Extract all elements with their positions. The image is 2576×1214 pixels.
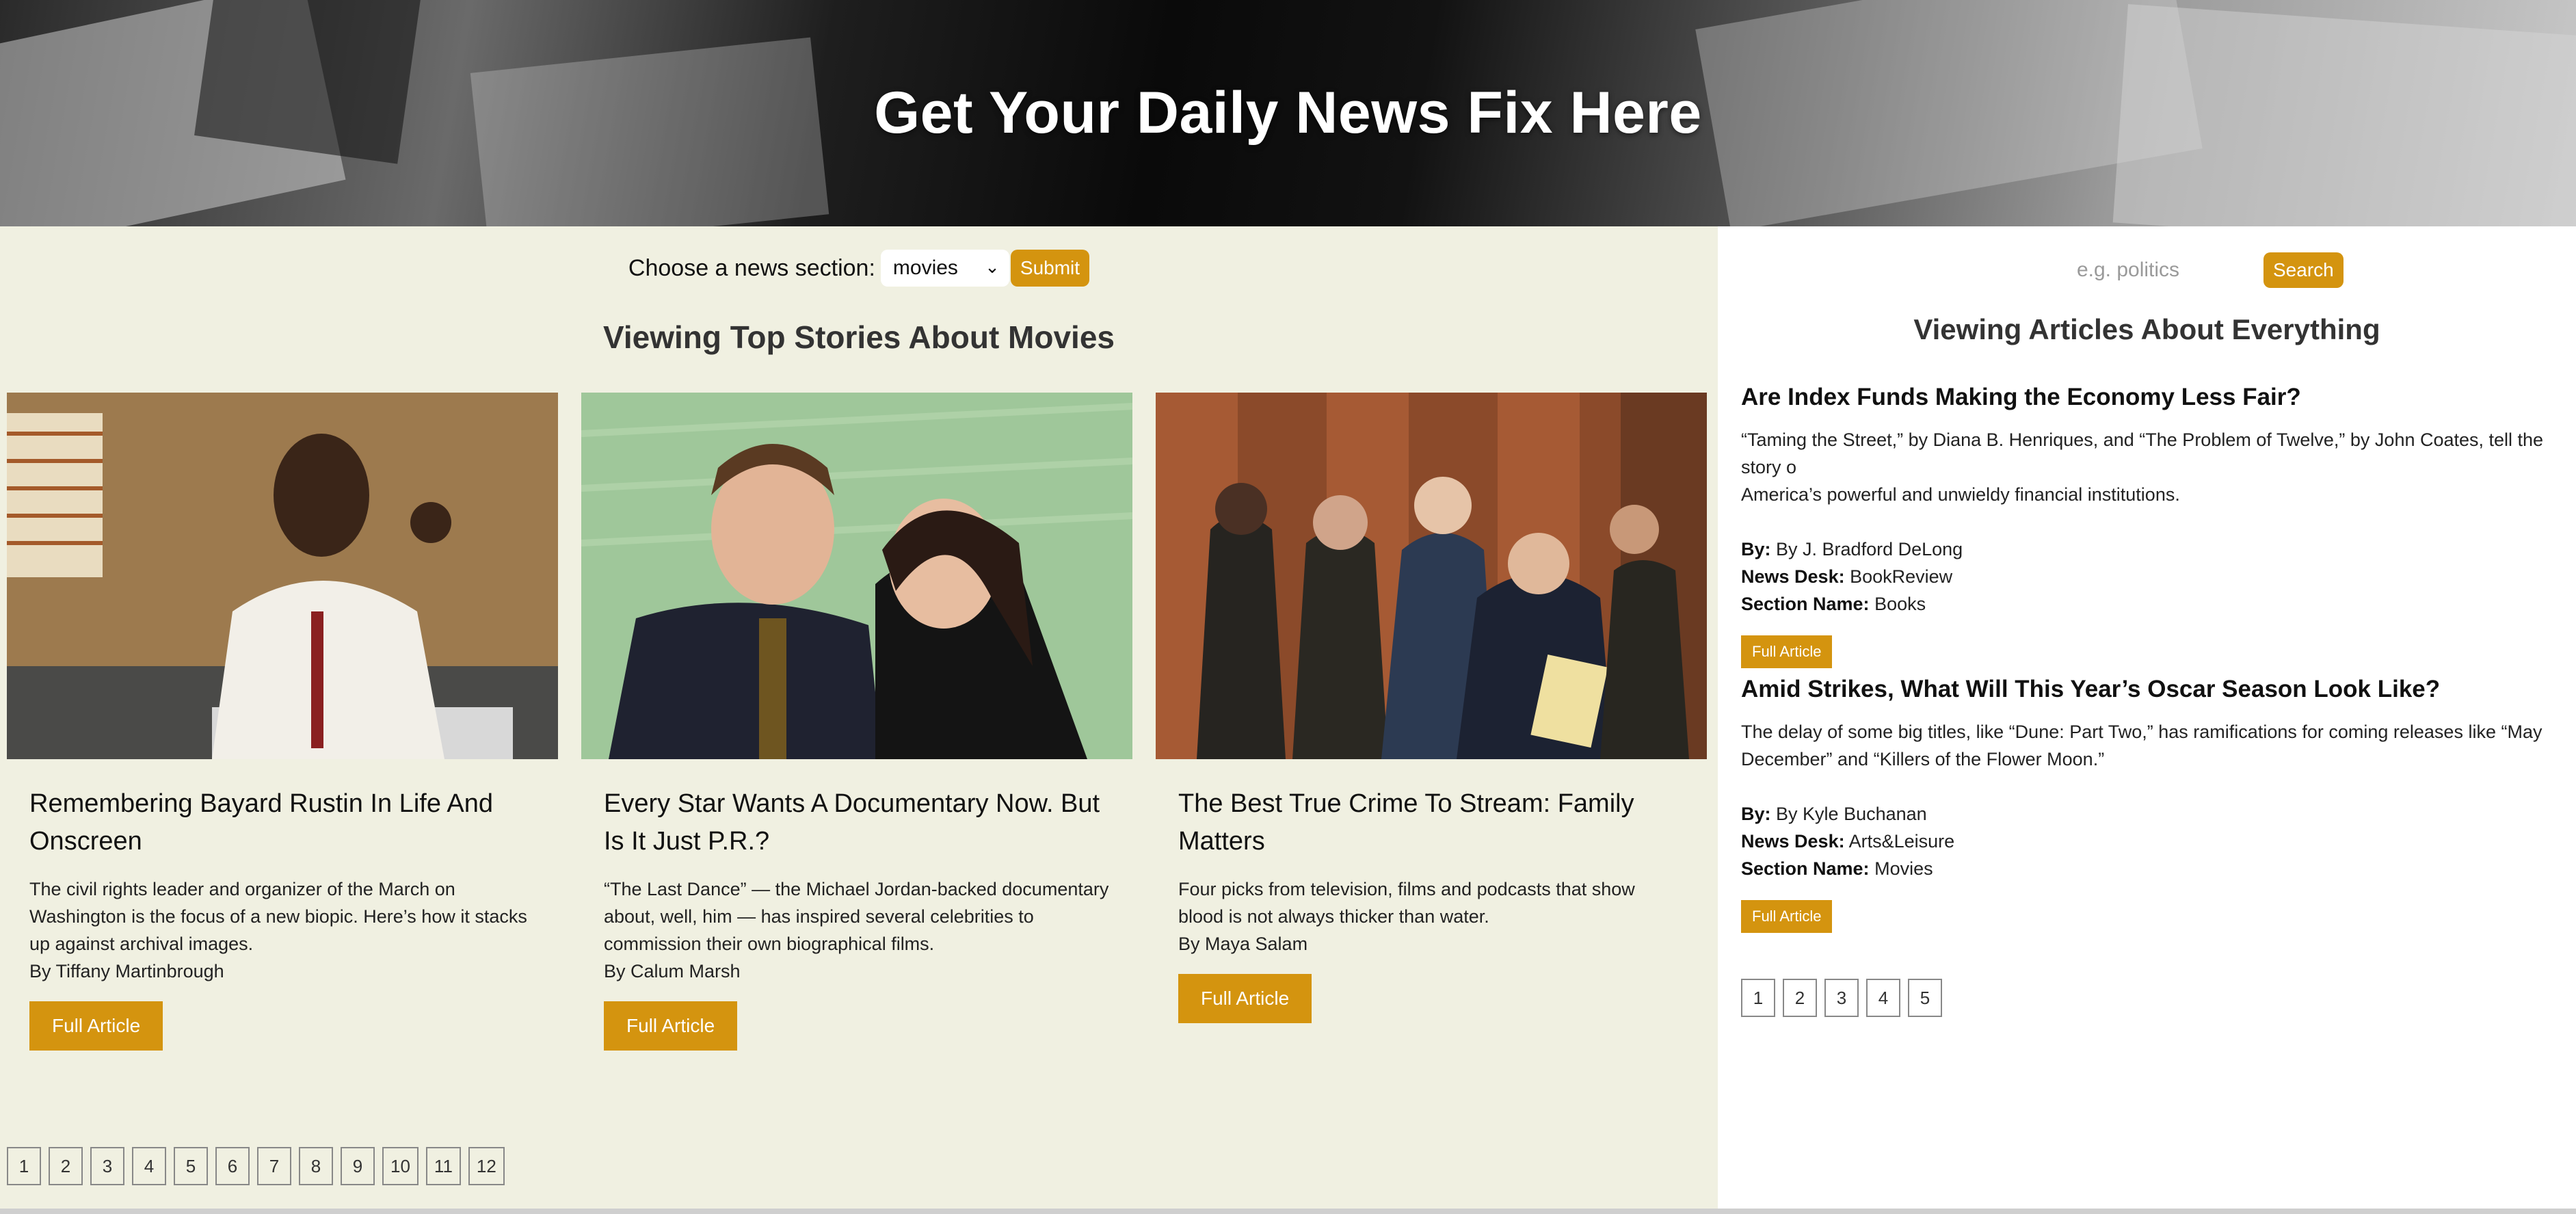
story-title[interactable]: Every Star Wants A Documentary Now. But … <box>604 785 1110 860</box>
article-desk: Arts&Leisure <box>1848 831 1955 852</box>
page-number-button[interactable]: 1 <box>1741 979 1775 1017</box>
page-number-button[interactable]: 9 <box>341 1147 375 1185</box>
page-number-button[interactable]: 5 <box>174 1147 208 1185</box>
news-desk-label: News Desk: <box>1741 566 1845 587</box>
page-number-button[interactable]: 11 <box>425 1147 461 1185</box>
story-abstract: The civil rights leader and organizer of… <box>29 879 527 954</box>
sidebar-article: Are Index Funds Making the Economy Less … <box>1741 384 2576 668</box>
hero-title: Get Your Daily News Fix Here <box>874 80 1702 146</box>
page-number-button[interactable]: 4 <box>1866 979 1900 1017</box>
page-number-button[interactable]: 2 <box>49 1147 83 1185</box>
story-abstract: Four picks from television, films and po… <box>1178 879 1635 927</box>
page-number-button[interactable]: 6 <box>215 1147 250 1185</box>
story-title[interactable]: Remembering Bayard Rustin In Life And On… <box>29 785 535 860</box>
section-name-label: Section Name: <box>1741 858 1870 879</box>
sidebar-article: Amid Strikes, What Will This Year’s Osca… <box>1741 676 2576 933</box>
search-input[interactable]: e.g. politics <box>1991 251 2265 289</box>
article-author: By J. Bradford DeLong <box>1776 539 1963 559</box>
story-card: Every Star Wants A Documentary Now. But … <box>581 393 1132 1051</box>
full-article-button[interactable]: Full Article <box>1741 900 1833 933</box>
chevron-down-icon: ⌄ <box>985 256 1000 277</box>
page-number-button[interactable]: 1 <box>7 1147 41 1185</box>
story-abstract: “The Last Dance” — the Michael Jordan-ba… <box>604 879 1109 954</box>
article-title[interactable]: Are Index Funds Making the Economy Less … <box>1741 384 2576 411</box>
article-section: Movies <box>1874 858 1933 879</box>
story-byline: By Tiffany Martinbrough <box>29 961 224 981</box>
section-select-value: movies <box>892 256 958 279</box>
story-photo <box>1156 393 1707 759</box>
story-byline: By Calum Marsh <box>604 961 741 981</box>
article-title[interactable]: Amid Strikes, What Will This Year’s Osca… <box>1741 676 2576 703</box>
story-byline: By Maya Salam <box>1178 934 1308 954</box>
page-number-button[interactable]: 3 <box>90 1147 124 1185</box>
hero-banner: Get Your Daily News Fix Here <box>0 0 2576 226</box>
main-pagination: 1 2 3 4 5 6 7 8 9 10 11 12 <box>7 1147 512 1185</box>
article-desk: BookReview <box>1850 566 1953 587</box>
section-picker-label: Choose a news section: <box>628 254 875 281</box>
submit-button[interactable]: Submit <box>1010 250 1090 287</box>
section-select[interactable]: movies ⌄ <box>880 250 1009 287</box>
sidebar: e.g. politics Search Viewing Articles Ab… <box>1718 226 2576 1209</box>
sidebar-pagination: 12345 <box>1741 979 1950 1017</box>
page-number-button[interactable]: 2 <box>1783 979 1817 1017</box>
article-author: By Kyle Buchanan <box>1776 804 1927 824</box>
page-number-button[interactable]: 12 <box>468 1147 505 1185</box>
full-article-button[interactable]: Full Article <box>604 1001 738 1051</box>
article-section: Books <box>1874 594 1926 614</box>
page-number-button[interactable]: 5 <box>1908 979 1942 1017</box>
article-abstract: “Taming the Street,” by Diana B. Henriqu… <box>1741 430 2544 505</box>
story-card: The Best True Crime To Stream: Family Ma… <box>1156 393 1707 1023</box>
sidebar-search: e.g. politics Search <box>1718 251 2576 289</box>
by-label: By: <box>1741 539 1771 559</box>
page-number-button[interactable]: 10 <box>382 1147 419 1185</box>
section-picker: Choose a news section: movies ⌄ Submit <box>0 250 1718 287</box>
search-button[interactable]: Search <box>2263 252 2343 288</box>
news-desk-label: News Desk: <box>1741 831 1845 852</box>
story-card: Remembering Bayard Rustin In Life And On… <box>7 393 558 1051</box>
by-label: By: <box>1741 804 1771 824</box>
article-meta: By: By Kyle Buchanan News Desk: Arts&Lei… <box>1741 800 2576 882</box>
page-number-button[interactable]: 3 <box>1824 979 1859 1017</box>
sidebar-heading: Viewing Articles About Everything <box>1913 313 2380 345</box>
bottom-scrollbar[interactable] <box>0 1209 2576 1214</box>
full-article-button[interactable]: Full Article <box>1178 974 1312 1023</box>
main-heading: Viewing Top Stories About Movies <box>603 319 1115 355</box>
story-photo <box>581 393 1132 759</box>
article-abstract: The delay of some big titles, like “Dune… <box>1741 722 2542 769</box>
full-article-button[interactable]: Full Article <box>29 1001 163 1051</box>
page-number-button[interactable]: 7 <box>257 1147 291 1185</box>
story-title[interactable]: The Best True Crime To Stream: Family Ma… <box>1178 785 1684 860</box>
article-meta: By: By J. Bradford DeLong News Desk: Boo… <box>1741 536 2576 618</box>
full-article-button[interactable]: Full Article <box>1741 635 1833 668</box>
main-content: Choose a news section: movies ⌄ Submit V… <box>0 226 1718 1209</box>
section-name-label: Section Name: <box>1741 594 1870 614</box>
page-number-button[interactable]: 8 <box>299 1147 333 1185</box>
page-number-button[interactable]: 4 <box>132 1147 166 1185</box>
story-photo <box>7 393 558 759</box>
